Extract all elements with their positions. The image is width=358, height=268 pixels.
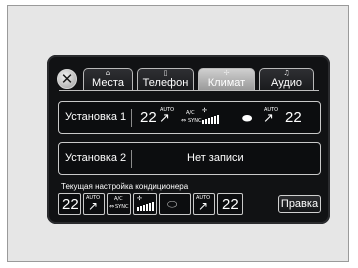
tab-phone-label: Телефон [142, 77, 189, 89]
preset-2-status: Нет записи [187, 152, 244, 164]
current-sync-label: SYNC [115, 204, 129, 210]
driver-temp: 22 [140, 109, 157, 126]
current-passenger-airflow-box: AUTO ↗ [193, 193, 215, 215]
fan-icon: ✢ [223, 69, 230, 77]
current-airflow-box: AUTO ↗ [83, 193, 105, 215]
current-passenger-temp: 22 [222, 196, 239, 213]
current-driver-temp: 22 [62, 196, 79, 213]
airflow-icon: ↗ [159, 111, 170, 126]
preset-2-label: Установка 2 [65, 152, 127, 164]
tab-seats-label: Места [92, 77, 124, 89]
current-recirc-box: ⬭ [159, 193, 191, 215]
fan-speed-bars [202, 115, 219, 124]
separator [131, 150, 132, 168]
tab-climate-label: Климат [207, 77, 246, 89]
edit-button[interactable]: Правка [278, 195, 321, 213]
climate-preset-screen: ✕ ⌂ Места ▯ Телефон ✢ Климат ♫ Аудио Уст… [47, 55, 330, 224]
current-passenger-temp-box: 22 [217, 193, 243, 215]
tab-phone[interactable]: ▯ Телефон [137, 68, 194, 90]
current-setting-label: Текущая настройка кондиционера [61, 182, 189, 191]
current-ac-label: A/C [114, 196, 123, 202]
tab-climate[interactable]: ✢ Климат [198, 68, 255, 90]
recirculation-car-icon: ⬬ [242, 111, 253, 125]
preset-2-row[interactable]: Установка 2 Нет записи [58, 142, 321, 175]
tab-divider [59, 90, 319, 91]
fan-speed-icon: ✢ [202, 107, 208, 114]
passenger-temp: 22 [285, 109, 302, 126]
current-ac-box: A/C ⇔ SYNC [107, 193, 131, 215]
fan-speed-bars [137, 202, 154, 211]
current-fan-box: ✢ [133, 193, 157, 215]
ac-label: A/C [186, 110, 195, 116]
phone-icon: ▯ [163, 69, 168, 77]
manual-figure-frame: ✕ ⌂ Места ▯ Телефон ✢ Климат ♫ Аудио Уст… [7, 5, 349, 262]
seat-icon: ⌂ [105, 69, 111, 77]
airflow-icon: ↗ [88, 199, 99, 213]
fan-speed-icon: ✢ [137, 195, 143, 202]
sync-arrow-icon: ⇔ [109, 203, 115, 210]
sync-label: SYNC [188, 118, 202, 124]
airflow-passenger-icon: ↗ [198, 199, 209, 213]
close-icon: ✕ [60, 69, 74, 88]
music-note-icon: ♫ [283, 69, 290, 77]
close-button[interactable]: ✕ [57, 69, 77, 89]
sync-arrow-icon: ⇔ [181, 117, 187, 124]
current-settings-row: 22 AUTO ↗ A/C ⇔ SYNC ✢ ⬭ AUTO ↗ 22 Правк… [58, 193, 321, 215]
current-driver-temp-box: 22 [58, 193, 81, 215]
airflow-passenger-icon: ↗ [263, 111, 274, 126]
tab-seats[interactable]: ⌂ Места [83, 68, 133, 90]
preset-1-row[interactable]: Установка 1 22 AUTO ↗ A/C ⇔ SYNC ✢ ⬬ AUT… [58, 101, 321, 134]
recirculation-car-icon: ⬭ [167, 197, 178, 211]
tab-audio[interactable]: ♫ Аудио [259, 68, 314, 90]
separator [131, 109, 132, 127]
preset-1-label: Установка 1 [65, 111, 127, 123]
tab-audio-label: Аудио [270, 77, 303, 89]
